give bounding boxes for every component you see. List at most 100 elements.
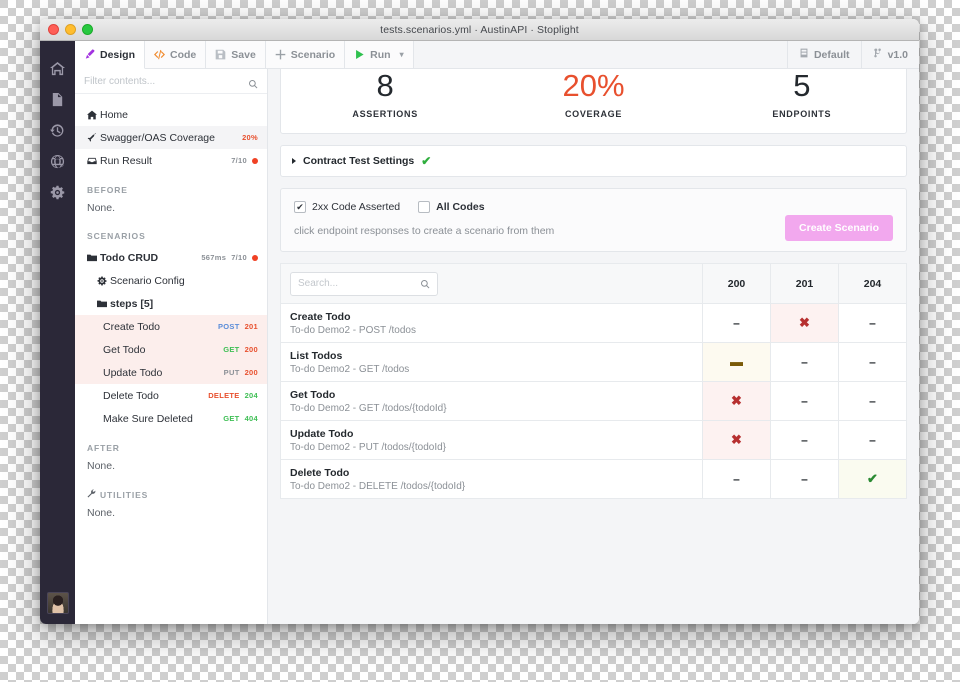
step-meta: DELETE 204 [208,391,258,400]
step-method: GET [223,414,240,423]
step-label: Create Todo [103,320,161,333]
checkbox-all-codes[interactable]: All Codes [418,201,485,213]
endpoint-name: Delete Todo [290,466,350,479]
gear-icon[interactable] [40,177,75,208]
column-header-204[interactable]: 204 [838,263,907,304]
tab-code[interactable]: Code [145,41,207,68]
environment-selector[interactable]: Default [786,41,861,68]
cell-200[interactable]: – [702,303,771,343]
coverage-percent: 20% [242,133,258,142]
stat-value: 8 [376,68,394,103]
cell-200[interactable]: ▬ [702,342,771,382]
filter-input[interactable] [84,75,248,87]
minimize-button[interactable] [65,24,76,35]
icon-rail [40,41,75,624]
column-header-200[interactable]: 200 [702,263,771,304]
globe-icon[interactable] [40,146,75,177]
search-input[interactable] [298,278,416,289]
scenario-duration: 567ms [201,253,227,262]
table-search-cell [280,263,703,304]
step-delete-todo[interactable]: Delete Todo DELETE 204 [75,384,267,407]
table-header-row: 200 201 204 [280,263,907,304]
stat-caption: COVERAGE [564,109,623,119]
step-make-sure-deleted[interactable]: Make Sure Deleted GET 404 [75,407,267,430]
cell-mark: ✔ [867,471,878,486]
scenario-ratio: 7/10 [231,253,247,262]
checkbox-2xx-code-asserted[interactable]: 2xx Code Asserted [294,201,400,213]
step-code: 204 [244,391,258,400]
endpoint-cell[interactable]: Update Todo To-do Demo2 - PUT /todos/{to… [280,420,703,460]
scenario-config[interactable]: Scenario Config [75,269,267,292]
section-title: UTILITIES [100,489,149,500]
step-update-todo[interactable]: Update Todo PUT 200 [75,361,267,384]
sidebar-item-run-result[interactable]: Run Result 7/10 [75,149,267,172]
table-row: Get Todo To-do Demo2 - GET /todos/{todoI… [280,381,907,421]
home-icon[interactable] [40,53,75,84]
endpoint-cell[interactable]: Get Todo To-do Demo2 - GET /todos/{todoI… [280,381,703,421]
section-after: AFTER [75,430,267,458]
steps-label: steps [5] [110,297,154,310]
sidebar-item-home[interactable]: Home [75,103,267,126]
traffic-lights [40,24,93,35]
tab-scenario[interactable]: Scenario [265,41,346,68]
cell-200[interactable]: ✖ [702,381,771,421]
endpoint-name: Create Todo [290,310,351,323]
step-code: 201 [244,322,258,331]
sidebar-item-swagger-oas-coverage[interactable]: Swagger/OAS Coverage 20% [75,126,267,149]
create-scenario-button[interactable]: Create Scenario [785,215,893,241]
cell-204[interactable]: – [838,420,907,460]
check-icon: ✔ [421,154,432,168]
table-row: List Todos To-do Demo2 - GET /todos ▬ – … [280,342,907,382]
endpoint-cell[interactable]: List Todos To-do Demo2 - GET /todos [280,342,703,382]
avatar[interactable] [46,592,69,614]
main-content: 8 ASSERTIONS 20% COVERAGE 5 ENDPOINTS Co… [268,41,919,624]
step-method: GET [223,345,240,354]
tab-run[interactable]: Run ▾ [345,41,414,68]
endpoint-cell[interactable]: Create Todo To-do Demo2 - POST /todos [280,303,703,343]
cell-204[interactable]: ✔ [838,459,907,499]
section-title: SCENARIOS [87,231,146,241]
history-icon[interactable] [40,115,75,146]
endpoint-path: To-do Demo2 - GET /todos/{todoId} [290,402,447,414]
tab-design[interactable]: Design [75,41,146,69]
step-create-todo[interactable]: Create Todo POST 201 [75,315,267,338]
scenario-todo-crud[interactable]: Todo CRUD 567ms 7/10 [75,246,267,269]
run-dropdown-caret[interactable]: ▾ [400,50,404,59]
cell-200[interactable]: – [702,459,771,499]
cell-201[interactable]: – [770,420,839,460]
cell-200[interactable]: ✖ [702,420,771,460]
cell-204[interactable]: – [838,303,907,343]
cell-mark: ▬ [730,354,743,369]
cell-mark: – [733,316,740,330]
endpoint-cell[interactable]: Delete Todo To-do Demo2 - DELETE /todos/… [280,459,703,499]
step-label: Get Todo [103,343,146,356]
section-before: BEFORE [75,172,267,200]
stat-endpoints: 5 ENDPOINTS [698,70,906,119]
contract-test-settings-toggle[interactable]: Contract Test Settings ✔ [280,145,907,177]
cell-mark: ✖ [731,432,742,447]
step-get-todo[interactable]: Get Todo GET 200 [75,338,267,361]
zoom-button[interactable] [82,24,93,35]
column-header-201[interactable]: 201 [770,263,839,304]
sidebar-item-label: Home [100,108,129,121]
sidebar-item-label: Run Result [100,154,152,167]
step-label: Delete Todo [103,389,159,402]
window-body: Home Swagger/OAS Coverage 20% [40,41,919,624]
utilities-empty: None. [87,507,116,519]
cell-201[interactable]: – [770,381,839,421]
file-icon[interactable] [40,84,75,115]
version-selector[interactable]: v1.0 [860,41,919,68]
close-button[interactable] [48,24,59,35]
cell-mark: – [733,472,740,486]
cell-201[interactable]: – [770,342,839,382]
window-titlebar: tests.scenarios.yml · AustinAPI · Stopli… [40,19,919,41]
cell-204[interactable]: – [838,342,907,382]
cell-201[interactable]: – [770,459,839,499]
tab-save[interactable]: Save [206,41,266,68]
steps-folder[interactable]: steps [5] [75,292,267,315]
search-box[interactable] [290,271,438,296]
table-row: Delete Todo To-do Demo2 - DELETE /todos/… [280,459,907,499]
cell-201[interactable]: ✖ [770,303,839,343]
gear-icon [97,276,110,286]
cell-204[interactable]: – [838,381,907,421]
